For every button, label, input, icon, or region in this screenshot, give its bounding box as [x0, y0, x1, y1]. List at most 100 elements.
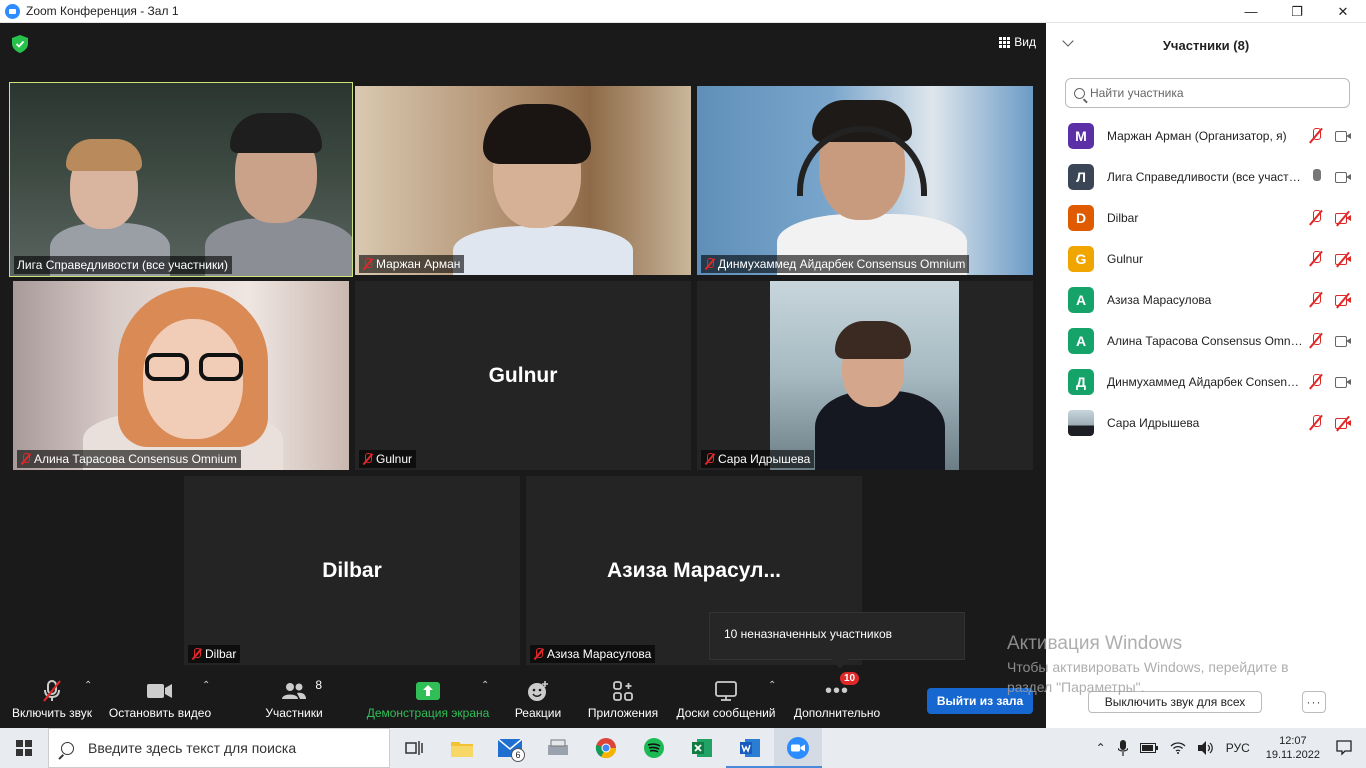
muted-mic-icon[interactable]	[1309, 251, 1323, 266]
reactions-button[interactable]: Реакции	[510, 678, 566, 720]
mail-icon[interactable]: 6	[486, 728, 534, 768]
share-screen-button[interactable]: Демонстрация экрана	[364, 678, 492, 720]
muted-mic-icon[interactable]	[1309, 374, 1323, 389]
stop-video-button[interactable]: Остановить видео	[106, 678, 214, 720]
participant-row[interactable]: А Алина Тарасова Consensus Omnium	[1046, 320, 1366, 361]
video-tile[interactable]: Лига Справедливости (все участники)	[9, 82, 353, 277]
muted-mic-icon[interactable]	[1309, 415, 1323, 430]
close-button[interactable]: ✕	[1320, 0, 1366, 23]
participant-name: Маржан Арман	[376, 257, 461, 271]
unmute-label: Включить звук	[11, 706, 93, 720]
participant-name: Маржан Арман (Организатор, я)	[1107, 128, 1287, 143]
participant-row[interactable]: А Азиза Марасулова	[1046, 279, 1366, 320]
muted-mic-icon[interactable]	[1309, 333, 1323, 348]
video-camera-icon[interactable]	[1335, 130, 1352, 142]
participant-name: Алина Тарасова Consensus Omnium	[1107, 333, 1305, 348]
notifications-icon[interactable]	[1336, 740, 1352, 756]
microphone-tray-icon[interactable]	[1117, 740, 1128, 756]
participant-row[interactable]: М Маржан Арман (Организатор, я)	[1046, 115, 1366, 156]
avatar: G	[1068, 245, 1094, 272]
collapse-chevron-icon[interactable]	[1062, 35, 1074, 47]
volume-icon[interactable]	[1197, 741, 1214, 755]
chrome-icon[interactable]	[582, 728, 630, 768]
battery-icon[interactable]	[1139, 743, 1158, 753]
participant-name: Азиза Марасулова	[1107, 292, 1212, 307]
word-icon[interactable]	[726, 728, 774, 768]
minimize-button[interactable]: —	[1228, 0, 1274, 23]
windows-taskbar: Введите здесь текст для поиска 6 ⌃ РУС 1…	[0, 728, 1366, 768]
more-label: Дополнительно	[793, 706, 881, 720]
video-tile[interactable]: Dilbar Dilbar	[184, 476, 520, 665]
show-hidden-icons-chevron-icon[interactable]: ⌃	[1096, 741, 1106, 755]
tile-nameplate: Алина Тарасова Consensus Omnium	[17, 450, 241, 468]
share-screen-icon	[416, 682, 440, 700]
apps-button[interactable]: Приложения	[584, 678, 662, 720]
video-tile[interactable]: Динмухаммед Айдарбек Consensus Omnium	[697, 86, 1033, 275]
zoom-taskbar-icon[interactable]	[774, 728, 822, 768]
muted-mic-icon[interactable]	[1309, 210, 1323, 225]
video-camera-icon[interactable]	[1335, 376, 1352, 388]
video-tile[interactable]: Маржан Арман	[355, 86, 691, 275]
muted-mic-icon	[704, 453, 715, 465]
search-icon	[1074, 87, 1085, 99]
participant-row[interactable]: Сара Идрышева	[1046, 402, 1366, 443]
maximize-button[interactable]: ❐	[1274, 0, 1320, 23]
microphone-icon[interactable]	[1309, 169, 1323, 184]
system-tray: ⌃ РУС 12:07 19.11.2022	[1090, 728, 1366, 768]
muted-mic-icon	[704, 258, 715, 270]
more-button[interactable]: ••• 10 Дополнительно	[790, 672, 884, 720]
video-off-icon[interactable]	[1335, 415, 1352, 431]
muted-mic-icon[interactable]	[1309, 292, 1323, 307]
video-off-icon[interactable]	[1335, 210, 1352, 226]
view-label: Вид	[1014, 35, 1036, 49]
wifi-icon[interactable]	[1170, 742, 1186, 754]
clock[interactable]: 12:07 19.11.2022	[1266, 734, 1320, 762]
unmute-button[interactable]: Включить звук	[8, 678, 96, 720]
avatar	[1068, 409, 1094, 436]
language-indicator[interactable]: РУС	[1226, 741, 1250, 755]
video-tile[interactable]: Сара Идрышева	[697, 281, 1033, 470]
participants-icon	[282, 683, 306, 699]
smiley-icon	[528, 681, 548, 701]
task-view-icon[interactable]	[390, 728, 438, 768]
tile-center-name: Dilbar	[322, 558, 382, 582]
whiteboard-icon	[715, 681, 737, 701]
window-title: Zoom Конференция - Зал 1	[26, 4, 179, 18]
video-tile[interactable]: Gulnur Gulnur	[355, 281, 691, 470]
video-tile[interactable]: Алина Тарасова Consensus Omnium	[13, 281, 349, 470]
video-off-icon[interactable]	[1335, 251, 1352, 267]
video-camera-icon[interactable]	[1335, 171, 1352, 183]
audio-options-caret[interactable]: ⌃	[84, 680, 92, 691]
video-camera-icon[interactable]	[1335, 335, 1352, 347]
taskbar-search-input[interactable]: Введите здесь текст для поиска	[48, 728, 390, 768]
participant-search-input[interactable]: Найти участника	[1065, 78, 1350, 108]
participant-row[interactable]: D Dilbar	[1046, 197, 1366, 238]
tile-nameplate: Лига Справедливости (все участники)	[14, 256, 232, 274]
excel-icon[interactable]	[678, 728, 726, 768]
muted-mic-icon[interactable]	[1309, 128, 1323, 143]
video-options-caret[interactable]: ⌃	[202, 680, 210, 691]
security-shield-icon[interactable]	[12, 35, 28, 53]
panel-header: Участники (8)	[1046, 23, 1366, 67]
unassigned-tooltip: 10 неназначенных участников	[709, 612, 965, 660]
whiteboards-button[interactable]: Доски сообщений	[672, 678, 780, 720]
start-button[interactable]	[0, 728, 48, 768]
file-explorer-icon[interactable]	[438, 728, 486, 768]
taskbar-search-placeholder: Введите здесь текст для поиска	[88, 740, 297, 756]
scanner-app-icon[interactable]	[534, 728, 582, 768]
video-off-icon[interactable]	[1335, 292, 1352, 308]
more-badge: 10	[840, 672, 860, 685]
share-options-caret[interactable]: ⌃	[481, 680, 489, 691]
tile-center-name: Gulnur	[488, 363, 558, 387]
participant-row[interactable]: Л Лига Справедливости (все участники)	[1046, 156, 1366, 197]
avatar: D	[1068, 204, 1094, 231]
clock-time: 12:07	[1279, 735, 1307, 747]
whiteboard-options-caret[interactable]: ⌃	[768, 680, 776, 691]
search-icon	[61, 741, 74, 755]
participants-button[interactable]: 8 Участники	[258, 678, 330, 720]
spotify-icon[interactable]	[630, 728, 678, 768]
participant-row[interactable]: G Gulnur	[1046, 238, 1366, 279]
view-button[interactable]: Вид	[999, 35, 1036, 49]
participant-name: Gulnur	[376, 452, 413, 466]
participant-row[interactable]: Д Динмухаммед Айдарбек Consensus Omnium	[1046, 361, 1366, 402]
